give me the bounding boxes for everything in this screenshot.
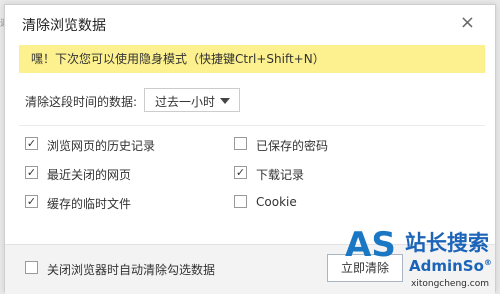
- watermark-url: xitongcheng.com: [411, 279, 489, 289]
- time-range-label: 清除这段时间的数据:: [25, 95, 138, 109]
- option-label: 关闭浏览器时自动清除勾选数据: [47, 263, 216, 277]
- option-label: 已保存的密码: [256, 139, 329, 153]
- option-label: 下载记录: [256, 168, 305, 182]
- checkbox[interactable]: [234, 137, 247, 150]
- close-icon[interactable]: ×: [460, 12, 475, 33]
- checkbox[interactable]: ✓: [25, 137, 38, 150]
- checkbox[interactable]: ✓: [25, 195, 38, 208]
- watermark-logo: AS: [345, 225, 396, 265]
- site-watermark: AS 站长搜索 AdminSo® xitongcheng.com: [345, 223, 495, 293]
- dialog-title: 清除浏览数据: [22, 18, 106, 34]
- watermark-brand: AdminSo®: [409, 257, 492, 275]
- time-range-select[interactable]: 过去一小时: [144, 88, 240, 112]
- option-label: 浏览网页的历史记录: [47, 139, 156, 153]
- option-label: Cookie: [256, 195, 297, 209]
- caret-down-icon: [220, 98, 230, 104]
- checkbox[interactable]: ✓: [25, 166, 38, 179]
- watermark-site-name: 站长搜索: [405, 231, 489, 255]
- watermark-brand-text: AdminSo: [409, 257, 484, 275]
- divider: [19, 125, 485, 126]
- checkbox[interactable]: [234, 195, 247, 208]
- time-range-value: 过去一小时: [155, 95, 216, 109]
- option-label: 最近关闭的网页: [47, 168, 132, 182]
- checkbox[interactable]: [25, 261, 38, 274]
- incognito-notice: 嘿！下次您可以使用隐身模式（快捷键Ctrl+Shift+N）: [19, 45, 485, 73]
- watermark-tm: ®: [483, 258, 492, 267]
- checkbox[interactable]: ✓: [234, 166, 247, 179]
- option-label: 缓存的临时文件: [47, 197, 132, 211]
